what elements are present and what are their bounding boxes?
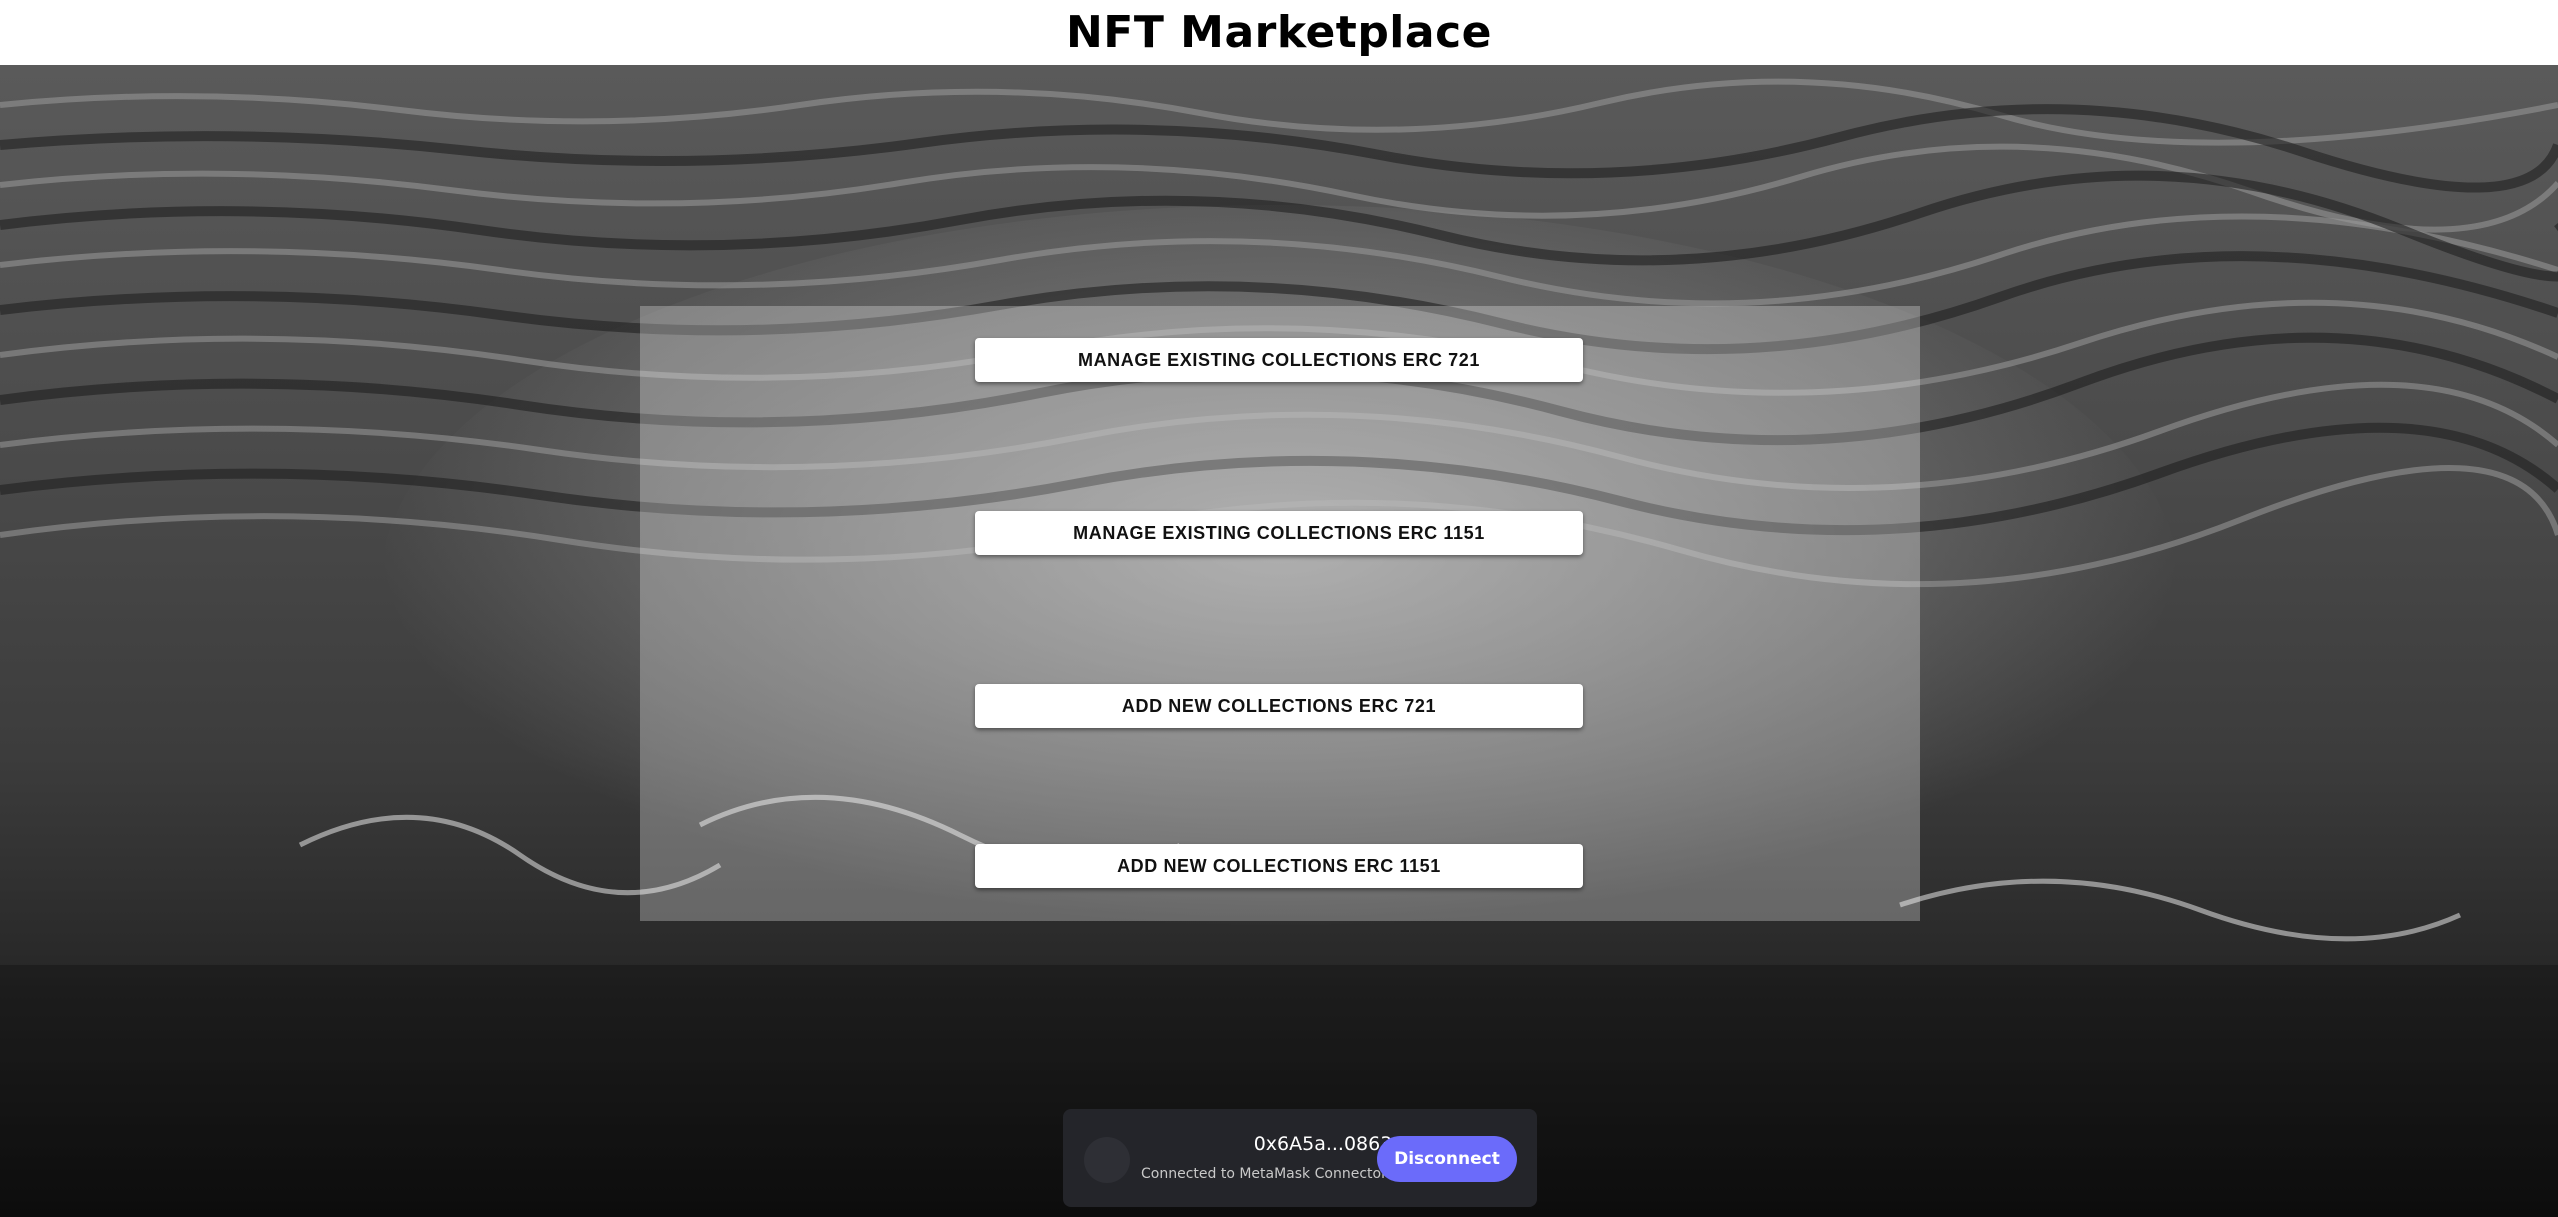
add-collections-erc1151-button[interactable]: ADD NEW COLLECTIONS ERC 1151	[975, 844, 1583, 888]
wallet-avatar-icon	[1084, 1137, 1130, 1183]
page-title: NFT Marketplace	[1065, 7, 1493, 58]
manage-collections-erc721-button[interactable]: MANAGE EXISTING COLLECTIONS ERC 721	[975, 338, 1583, 382]
disconnect-button[interactable]: Disconnect	[1377, 1136, 1517, 1182]
page-header: NFT Marketplace	[0, 0, 2558, 65]
menu-panel	[640, 306, 1920, 921]
wallet-connector-text: Connected to MetaMask Connector	[1141, 1166, 1387, 1182]
wallet-connection-bar: 0x6A5a...0863 Connected to MetaMask Conn…	[1063, 1109, 1537, 1207]
add-collections-erc721-button[interactable]: ADD NEW COLLECTIONS ERC 721	[975, 684, 1583, 728]
manage-collections-erc1151-button[interactable]: MANAGE EXISTING COLLECTIONS ERC 1151	[975, 511, 1583, 555]
